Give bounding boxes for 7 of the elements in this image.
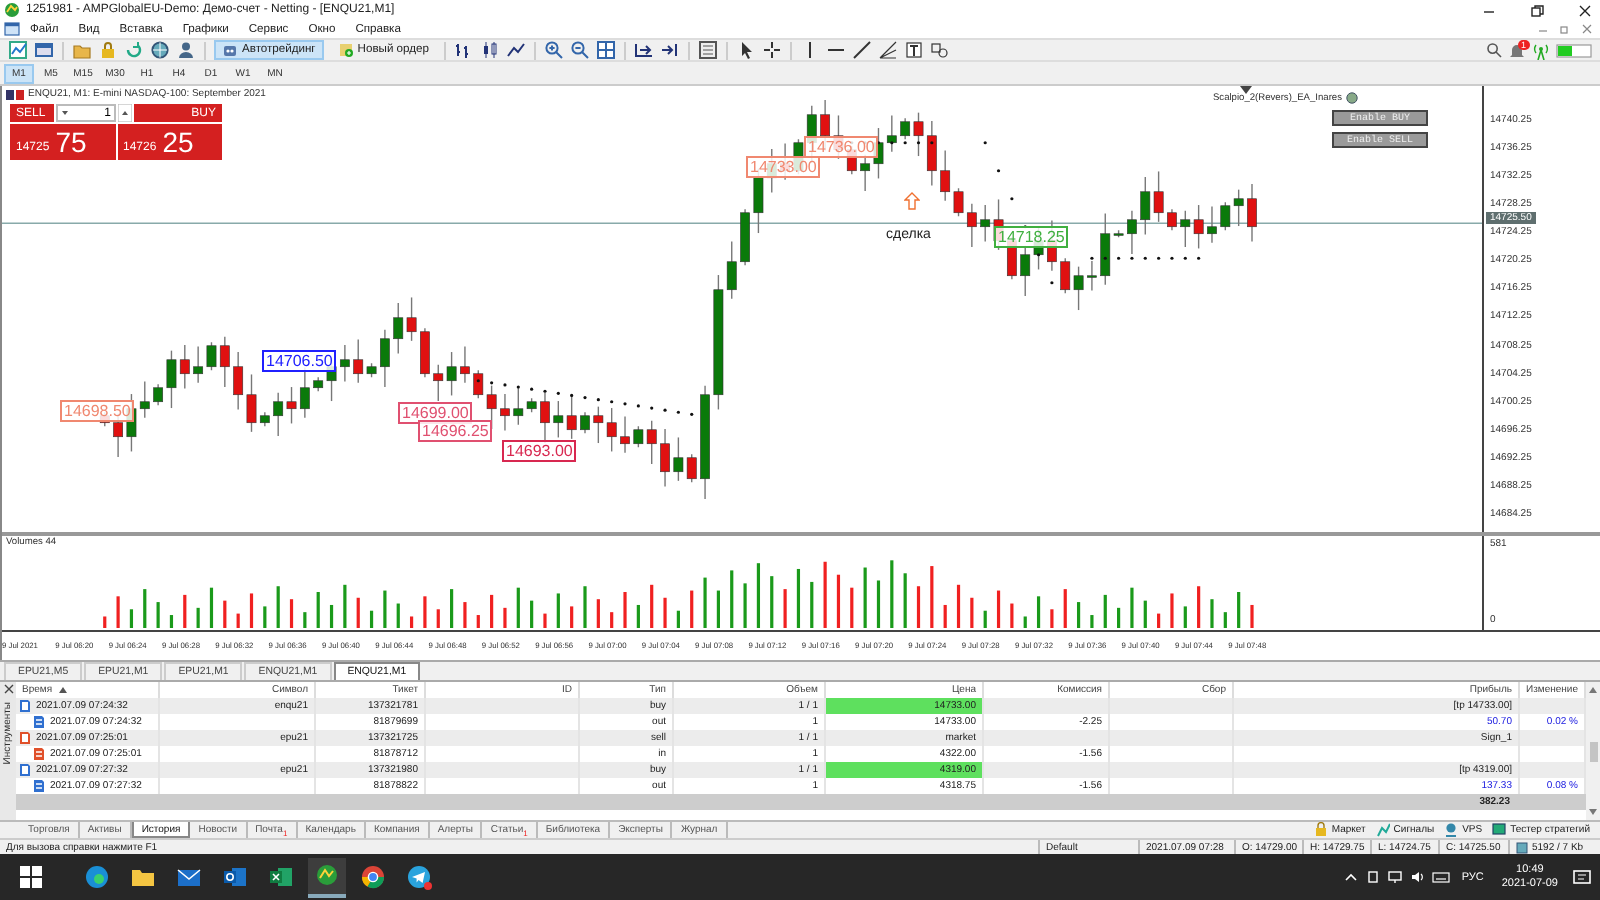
price-label: 14733.00 xyxy=(746,156,821,178)
price-label: 14736.00 xyxy=(804,136,879,158)
price-label: 14706.50 xyxy=(262,350,337,372)
price-label: 14718.25 xyxy=(994,226,1069,248)
price-label: 14696.25 xyxy=(418,420,493,442)
price-label: 14698.50 xyxy=(60,400,135,422)
price-label: 14693.00 xyxy=(502,440,577,462)
